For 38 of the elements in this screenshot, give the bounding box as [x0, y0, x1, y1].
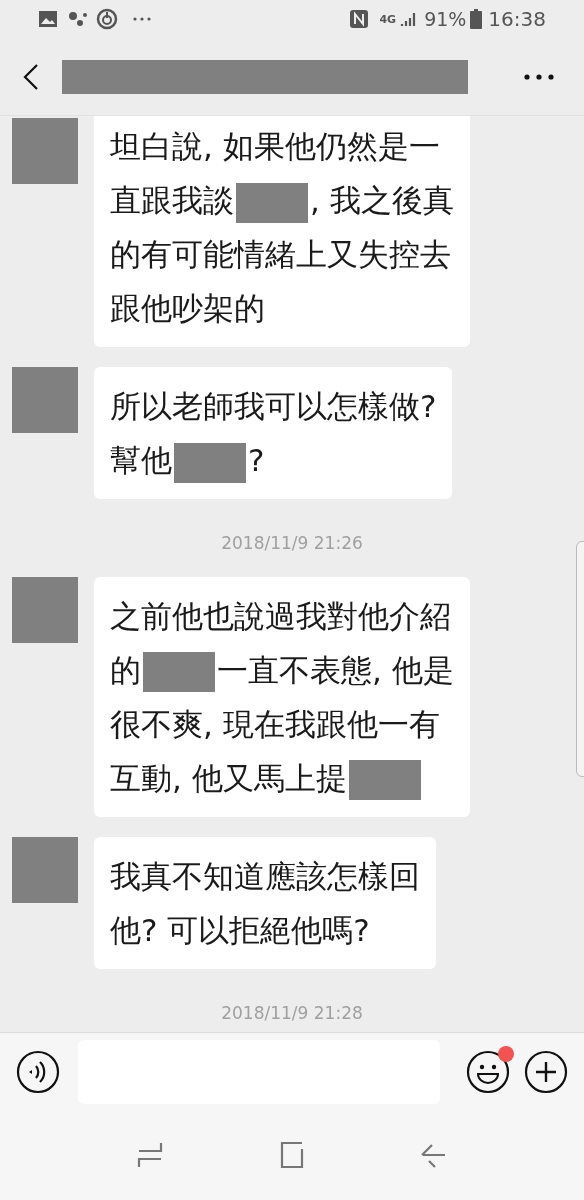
emoji-icon[interactable]	[466, 1049, 510, 1094]
avatar-redacted	[12, 576, 78, 643]
voice-icon[interactable]	[16, 1049, 60, 1094]
redaction-block	[143, 652, 215, 692]
message-line: 的 一直不表態, 他是	[110, 642, 454, 697]
recents-icon[interactable]	[136, 1141, 165, 1169]
redaction-block	[174, 442, 246, 483]
avatar-redacted	[12, 367, 78, 433]
plus-icon[interactable]	[524, 1049, 568, 1094]
message-line: 很不爽, 現在我跟他一有	[110, 704, 441, 744]
dots-icon	[68, 10, 88, 28]
back-icon[interactable]	[22, 62, 40, 91]
message-line: 的有可能情緒上又失控去	[110, 235, 452, 274]
avatar-redacted	[12, 118, 78, 184]
message-line: 跟他吵架的	[110, 289, 266, 328]
network-label: 4G	[379, 13, 397, 25]
home-icon[interactable]	[278, 1141, 306, 1169]
power-icon	[96, 8, 118, 30]
battery-percent: 91%	[424, 6, 467, 32]
battery-icon	[470, 9, 483, 29]
message-line: 坦白說, 如果他仍然是一	[110, 127, 441, 166]
ellipsis-icon	[132, 16, 152, 22]
message-line: 直跟我談 , 我之後真	[110, 173, 454, 227]
message-line: 幫他 ?	[110, 433, 437, 487]
more-icon[interactable]	[524, 73, 554, 80]
timestamp: 2018/11/9 21:28	[221, 1001, 363, 1025]
message-line: 我真不知道應該怎樣回	[110, 856, 420, 896]
message-line: 互動, 他又馬上提	[110, 750, 454, 805]
image-icon	[38, 10, 58, 28]
message-line: 所以老師我可以怎樣做?	[110, 387, 437, 426]
timestamp: 2018/11/9 21:26	[221, 532, 363, 555]
avatar-redacted	[12, 836, 78, 903]
message-line: 他? 可以拒絕他嗎?	[110, 910, 371, 950]
nfc-icon	[349, 9, 370, 29]
redaction-block	[236, 182, 308, 223]
clock: 16:38	[488, 6, 546, 33]
back-nav-icon[interactable]	[419, 1141, 448, 1169]
message-line: 之前他也說過我對他介紹	[110, 596, 452, 636]
